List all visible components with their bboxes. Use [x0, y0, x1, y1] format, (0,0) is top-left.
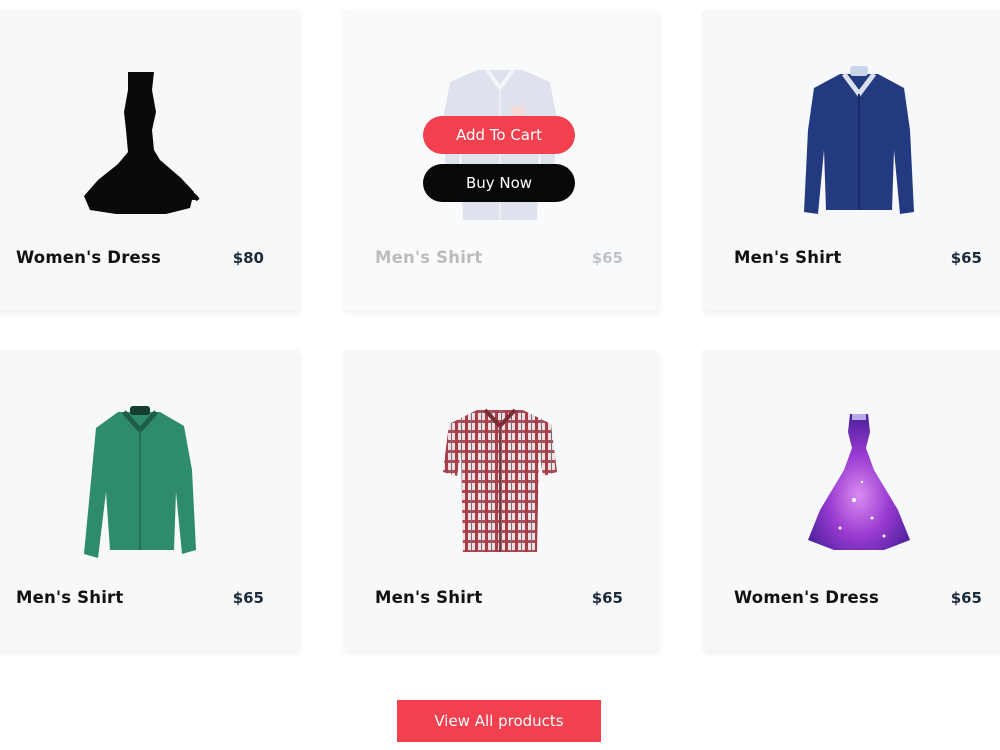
view-all-products-button[interactable]: View All products — [397, 700, 601, 742]
product-card[interactable]: Women's Dress $65 — [702, 350, 1000, 650]
buy-now-button[interactable]: Buy Now — [423, 164, 575, 202]
plaid-shirt-icon — [415, 400, 585, 570]
product-price: $65 — [591, 249, 623, 267]
purple-dress-icon — [774, 400, 944, 570]
product-name[interactable]: Men's Shirt — [734, 248, 841, 267]
product-card[interactable]: Women's Dress $80 — [0, 10, 298, 310]
product-name[interactable]: Men's Shirt — [16, 588, 123, 607]
product-price: $65 — [232, 589, 264, 607]
product-name[interactable]: Women's Dress — [734, 588, 879, 607]
black-dress-icon — [56, 60, 226, 230]
product-grid-section: Women's Dress $80 Men's Shirt $65 Add To… — [0, 0, 1000, 750]
product-card[interactable]: Men's Shirt $65 — [702, 10, 1000, 310]
navy-shirt-icon — [774, 60, 944, 230]
product-name[interactable]: Women's Dress — [16, 248, 161, 267]
product-card[interactable]: Men's Shirt $65 — [0, 350, 298, 650]
product-card-hovered[interactable]: Men's Shirt $65 Add To Cart Buy Now — [343, 10, 657, 310]
green-shirt-icon — [56, 400, 226, 570]
product-price: $65 — [591, 589, 623, 607]
product-price: $65 — [950, 249, 982, 267]
product-name[interactable]: Men's Shirt — [375, 588, 482, 607]
product-name[interactable]: Men's Shirt — [375, 248, 482, 267]
product-card[interactable]: Men's Shirt $65 — [343, 350, 657, 650]
add-to-cart-button[interactable]: Add To Cart — [423, 116, 575, 154]
product-price: $80 — [232, 249, 264, 267]
product-price: $65 — [950, 589, 982, 607]
